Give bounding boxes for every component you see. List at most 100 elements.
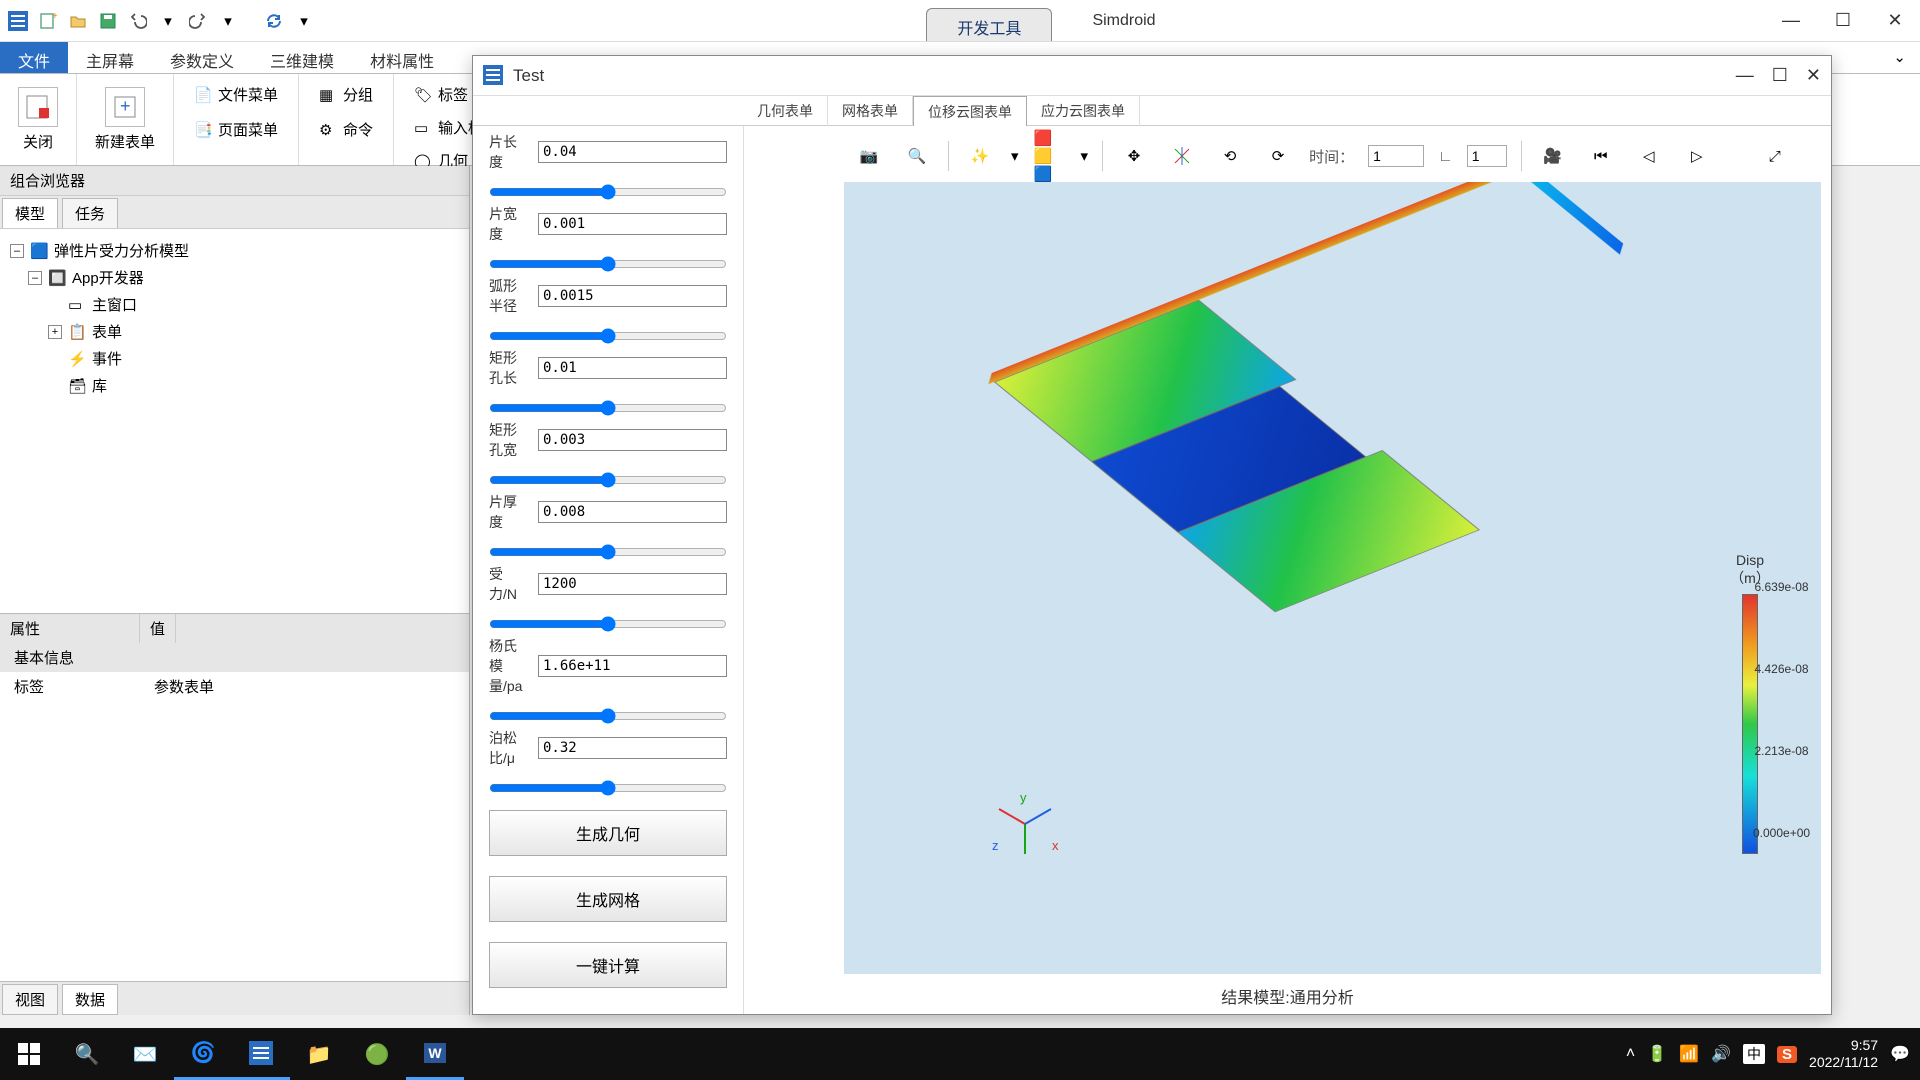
taskbar-app-1[interactable]: 🌀 — [174, 1028, 232, 1080]
ime-indicator[interactable]: 中 — [1743, 1044, 1765, 1064]
ribbon-collapse-icon[interactable]: ⌄ — [1879, 42, 1920, 73]
param-input[interactable] — [538, 357, 727, 379]
save-icon[interactable] — [96, 9, 120, 33]
dropdown-icon[interactable]: ▾ — [216, 9, 240, 33]
maximize-button[interactable]: ☐ — [1772, 65, 1788, 86]
param-input[interactable] — [538, 737, 727, 759]
minimize-button[interactable]: — — [1766, 0, 1816, 42]
clock[interactable]: 9:57 2022/11/12 — [1809, 1037, 1878, 1071]
param-slider[interactable] — [489, 780, 727, 796]
param-input[interactable] — [538, 141, 727, 163]
move-icon[interactable]: ✥ — [1117, 139, 1151, 173]
collapse-icon[interactable]: – — [28, 271, 42, 285]
expand-icon[interactable]: ⤢ — [1758, 139, 1792, 173]
param-input[interactable] — [538, 429, 727, 451]
rotate-cw-icon[interactable]: ⟳ — [1261, 139, 1295, 173]
compute-button[interactable]: 一键计算 — [489, 942, 727, 988]
sogou-ime-icon[interactable]: S — [1777, 1046, 1797, 1063]
close-button[interactable]: 关闭 — [18, 87, 58, 152]
tab-task[interactable]: 任务 — [62, 198, 118, 228]
refresh-icon[interactable] — [262, 9, 286, 33]
tab-file[interactable]: 文件 — [0, 42, 68, 73]
axes-icon[interactable] — [1165, 139, 1199, 173]
tab-geometry-form[interactable]: 几何表单 — [743, 96, 828, 126]
tab-mesh-form[interactable]: 网格表单 — [828, 96, 913, 126]
collapse-icon[interactable]: – — [10, 244, 24, 258]
tool-tab[interactable]: 开发工具 — [926, 8, 1052, 41]
page-menu-button[interactable]: 📑页面菜单 — [192, 115, 280, 144]
zoom-icon[interactable]: 🔍 — [900, 139, 934, 173]
param-slider[interactable] — [489, 184, 727, 200]
dropdown-icon[interactable]: ▾ — [1081, 147, 1089, 165]
command-button[interactable]: ⚙命令 — [317, 115, 375, 144]
param-slider[interactable] — [489, 708, 727, 724]
new-icon[interactable]: + — [36, 9, 60, 33]
group-button[interactable]: ▦分组 — [317, 80, 375, 109]
explorer-icon[interactable]: 📁 — [290, 1028, 348, 1080]
param-slider[interactable] — [489, 328, 727, 344]
mail-app-icon[interactable]: ✉️ — [116, 1028, 174, 1080]
tree-app[interactable]: –🔲App开发器 — [8, 264, 461, 291]
highlight-icon[interactable]: ✨ — [963, 139, 997, 173]
tab-params[interactable]: 参数定义 — [152, 42, 252, 73]
param-slider[interactable] — [489, 544, 727, 560]
expand-icon[interactable]: + — [48, 325, 62, 339]
tree-lib[interactable]: 🗃库 — [8, 372, 461, 399]
frame-input[interactable] — [1467, 145, 1507, 167]
tab-stress-form[interactable]: 应力云图表单 — [1027, 96, 1140, 126]
prev-frame-icon[interactable]: ◁ — [1632, 139, 1666, 173]
first-frame-icon[interactable]: ⏮ — [1584, 139, 1618, 173]
tab-home[interactable]: 主屏幕 — [68, 42, 152, 73]
notifications-icon[interactable]: 💬 — [1890, 1044, 1910, 1064]
param-slider[interactable] — [489, 472, 727, 488]
tree-event[interactable]: ⚡事件 — [8, 345, 461, 372]
edge-icon[interactable]: 🟢 — [348, 1028, 406, 1080]
param-slider[interactable] — [489, 256, 727, 272]
tree-mainwin[interactable]: ▭主窗口 — [8, 291, 461, 318]
param-slider[interactable] — [489, 400, 727, 416]
record-icon[interactable]: 🎥 — [1536, 139, 1570, 173]
tab-model[interactable]: 模型 — [2, 198, 58, 228]
dropdown-icon[interactable]: ▾ — [156, 9, 180, 33]
close-button[interactable]: ✕ — [1870, 0, 1920, 42]
gen-mesh-button[interactable]: 生成网格 — [489, 876, 727, 922]
tab-displacement-form[interactable]: 位移云图表单 — [913, 96, 1027, 128]
play-icon[interactable]: ▷ — [1680, 139, 1714, 173]
maximize-button[interactable]: ☐ — [1818, 0, 1868, 42]
screenshot-icon[interactable]: 📷 — [852, 139, 886, 173]
gen-geom-button[interactable]: 生成几何 — [489, 810, 727, 856]
redo-icon[interactable] — [186, 9, 210, 33]
tray-chevron-icon[interactable]: ˄ — [1626, 1045, 1635, 1063]
tree-form[interactable]: +📋表单 — [8, 318, 461, 345]
wifi-icon[interactable]: 📶 — [1679, 1044, 1699, 1064]
dropdown-icon[interactable]: ▾ — [292, 9, 316, 33]
param-input[interactable] — [538, 501, 727, 523]
time-input[interactable] — [1368, 145, 1424, 167]
3d-viewport[interactable]: y x z Disp （m） 6.639e-08 4.426e-08 2.213… — [844, 182, 1821, 974]
open-icon[interactable] — [66, 9, 90, 33]
tab-view[interactable]: 视图 — [2, 984, 58, 1015]
new-form-button[interactable]: + 新建表单 — [95, 87, 155, 152]
param-input[interactable] — [538, 655, 727, 677]
minimize-button[interactable]: — — [1736, 65, 1754, 86]
param-input[interactable] — [538, 213, 727, 235]
file-menu-button[interactable]: 📄文件菜单 — [192, 80, 280, 109]
param-input[interactable] — [538, 285, 727, 307]
label-button[interactable]: 🏷标签 — [412, 80, 470, 109]
search-button[interactable]: 🔍 — [58, 1028, 116, 1080]
tab-data[interactable]: 数据 — [62, 984, 118, 1015]
battery-icon[interactable]: 🔋 — [1647, 1044, 1667, 1064]
param-input[interactable] — [538, 573, 727, 595]
undo-icon[interactable] — [126, 9, 150, 33]
rotate-ccw-icon[interactable]: ⟲ — [1213, 139, 1247, 173]
simdroid-taskbar-icon[interactable] — [232, 1028, 290, 1080]
start-button[interactable] — [0, 1028, 58, 1080]
test-window-titlebar[interactable]: Test — ☐ ✕ — [473, 56, 1831, 96]
word-icon[interactable]: W — [406, 1028, 464, 1080]
tab-material[interactable]: 材料属性 — [352, 42, 452, 73]
tab-3d-model[interactable]: 三维建模 — [252, 42, 352, 73]
param-slider[interactable] — [489, 616, 727, 632]
colormap-icon[interactable]: 🟥🟨🟦 — [1033, 139, 1067, 173]
close-button[interactable]: ✕ — [1806, 65, 1821, 86]
tree-root[interactable]: –🟦弹性片受力分析模型 — [8, 237, 461, 264]
